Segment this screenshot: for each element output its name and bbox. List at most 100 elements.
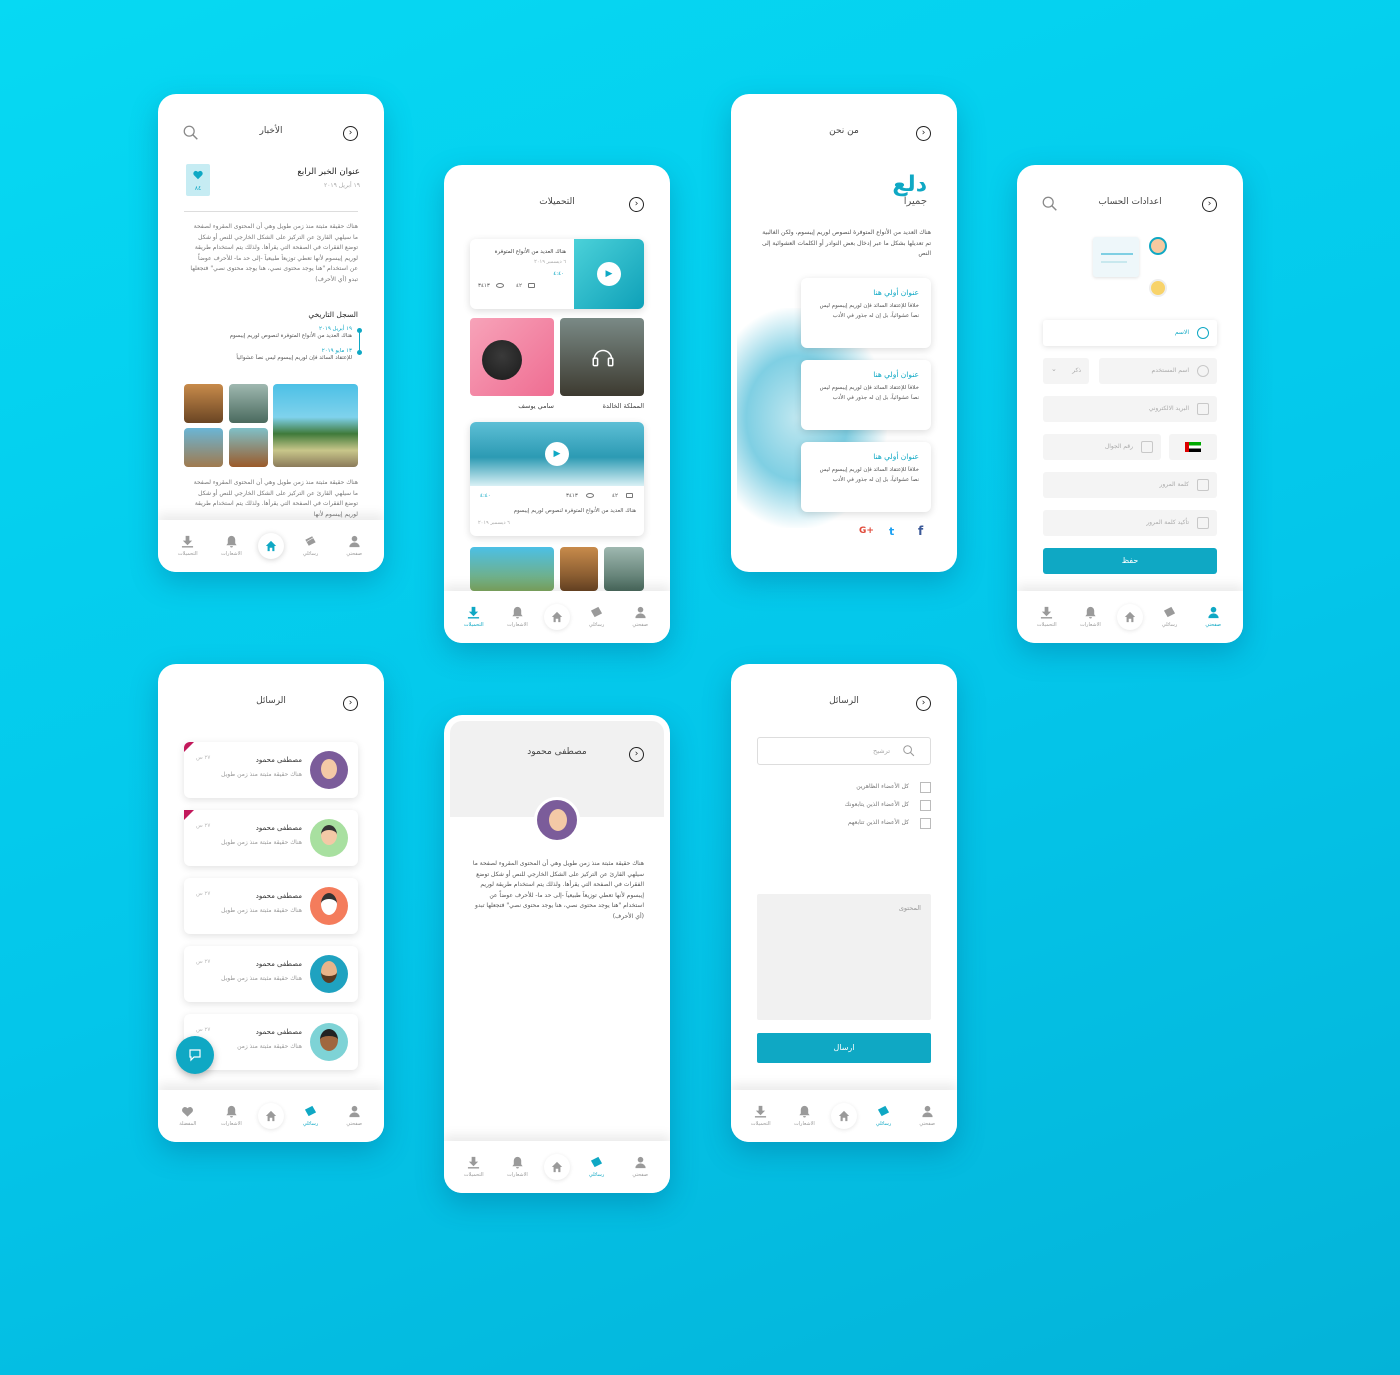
nav-messages[interactable]: رسائلي — [1153, 606, 1187, 628]
compose-fab[interactable] — [176, 1036, 214, 1074]
chevron-down-icon: ⌄ — [1051, 365, 1057, 373]
message-item[interactable]: مصطفى محمود هناك حقيقة مثبتة منذ زمن طوي… — [184, 878, 358, 934]
article-body: هناك حقيقة مثبتة منذ زمن طويل وهي أن الم… — [190, 223, 358, 283]
nav-messages[interactable]: رسائلي — [867, 1105, 901, 1127]
message-item[interactable]: مصطفى محمود هناك حقيقة مثبتة منذ زمن طوي… — [184, 742, 358, 798]
envelope-icon — [591, 1156, 603, 1168]
nav-notifications[interactable]: الاشعارات — [214, 535, 248, 557]
option-label: كل الأعضاء الذين تتابعهم — [847, 819, 909, 826]
user-avatar-1 — [1149, 237, 1167, 255]
nav-home[interactable] — [830, 1103, 857, 1129]
nav-profile[interactable]: صفحتي — [337, 535, 371, 557]
nav-home[interactable] — [257, 1103, 284, 1129]
facebook-icon[interactable]: f — [918, 524, 923, 538]
nav-favorites[interactable]: المفضلة — [171, 1105, 205, 1127]
back-arrow-icon[interactable]: › — [916, 696, 931, 711]
message-time: ٢٧ س — [196, 755, 211, 761]
play-icon[interactable]: ▶ — [597, 262, 621, 286]
nav-messages[interactable]: رسائلي — [580, 1156, 614, 1178]
checkbox[interactable] — [920, 800, 931, 811]
google-plus-icon[interactable]: G+ — [859, 526, 874, 536]
feature-card[interactable]: عنوان أولي هنا خلافاَ للإعتقاد السائد فإ… — [801, 442, 931, 512]
message-item[interactable]: مصطفى محمود هناك حقيقة مثبتة منذ زمن طوي… — [184, 810, 358, 866]
video-card[interactable]: ▶ هناك العديد من الأنواع المتوفرة ٦ ديسم… — [470, 239, 644, 309]
timeline-line — [359, 330, 360, 352]
nav-downloads[interactable]: التحميلات — [457, 1156, 491, 1178]
checkbox[interactable] — [920, 782, 931, 793]
checkbox[interactable] — [920, 818, 931, 829]
back-arrow-icon[interactable]: › — [343, 696, 358, 711]
feature-card[interactable]: عنوان أولي هنا خلافاَ للإعتقاد السائد فإ… — [801, 278, 931, 348]
video-duration: ٤:٤٠ — [480, 493, 491, 499]
media-tile-sunset[interactable] — [560, 547, 598, 591]
nav-notifications[interactable]: الاشعارات — [1073, 606, 1107, 628]
country-code-select[interactable] — [1169, 434, 1217, 460]
nav-downloads[interactable]: التحميلات — [744, 1105, 778, 1127]
password-field[interactable]: كلمة المرور — [1043, 472, 1217, 498]
name-field[interactable]: الاسم — [1043, 320, 1217, 346]
nav-home[interactable] — [543, 1154, 570, 1180]
gallery-photo-beach[interactable] — [229, 384, 268, 423]
media-tile-beach[interactable] — [604, 547, 644, 591]
feature-card[interactable]: عنوان أولي هنا خلافاَ للإعتقاد السائد فإ… — [801, 360, 931, 430]
nav-profile[interactable]: صفحتي — [1196, 606, 1230, 628]
nav-messages[interactable]: رسائلي — [294, 1105, 328, 1127]
nav-messages[interactable]: رسائلي — [294, 535, 328, 557]
media-tile-sami-yusuf[interactable] — [470, 318, 554, 396]
timeline-dot — [357, 328, 362, 333]
play-icon[interactable]: ▶ — [545, 442, 569, 466]
confirm-password-field[interactable]: تأكيد كلمة المرور — [1043, 510, 1217, 536]
gallery-photo-pier[interactable] — [184, 428, 223, 467]
nav-downloads[interactable]: التحميلات — [457, 606, 491, 628]
phone-field[interactable]: رقم الجوال — [1043, 434, 1161, 460]
gallery-photo-suitcase[interactable] — [229, 428, 268, 467]
gender-select[interactable]: ذكر ⌄ — [1043, 358, 1089, 384]
nav-profile[interactable]: صفحتي — [623, 606, 657, 628]
nav-notifications[interactable]: الاشعارات — [500, 1156, 534, 1178]
chat-bubble-icon — [189, 1049, 201, 1062]
username-field[interactable]: اسم المستخدم — [1099, 358, 1217, 384]
nav-profile[interactable]: صفحتي — [623, 1156, 657, 1178]
media-tile-kingdom[interactable] — [560, 318, 644, 396]
message-item[interactable]: مصطفى محمود هناك حقيقة مثبتة منذ زمن طوي… — [184, 946, 358, 1002]
nav-profile[interactable]: صفحتي — [910, 1105, 944, 1127]
back-arrow-icon[interactable]: › — [629, 747, 644, 762]
nav-messages[interactable]: رسائلي — [580, 606, 614, 628]
message-content-textarea[interactable]: المحتوى — [757, 894, 931, 1020]
filter-search-input[interactable]: ترشيح — [757, 737, 931, 765]
nav-notifications[interactable]: الاشعارات — [787, 1105, 821, 1127]
video-card-large[interactable]: ▶ ٤:٤٠ ٣٤١٣ ٤٢ هناك العديد من الأنواع ال… — [470, 422, 644, 536]
envelope-icon — [591, 606, 603, 618]
back-arrow-icon[interactable]: › — [1202, 197, 1217, 212]
save-button[interactable]: حفظ — [1043, 548, 1217, 574]
nav-label: رسائلي — [588, 1172, 605, 1178]
bell-icon — [1085, 606, 1096, 619]
nav-downloads[interactable]: التحميلات — [171, 535, 205, 557]
nav-home[interactable] — [257, 533, 284, 559]
home-icon — [551, 611, 563, 623]
like-badge[interactable]: ٨٤ — [186, 164, 210, 196]
send-button[interactable]: ارسال — [757, 1033, 931, 1063]
nav-notifications[interactable]: الاشعارات — [214, 1105, 248, 1127]
gallery-photo-sunset[interactable] — [184, 384, 223, 423]
bell-icon — [512, 606, 523, 619]
header: الرسائل › — [731, 692, 957, 718]
nav-downloads[interactable]: التحميلات — [1030, 606, 1064, 628]
back-arrow-icon[interactable]: › — [916, 126, 931, 141]
nav-label: صفحتي — [346, 1121, 363, 1127]
nav-home[interactable] — [543, 604, 570, 630]
media-tile-palm[interactable] — [470, 547, 554, 591]
video-thumbnail[interactable]: ▶ — [470, 422, 644, 486]
twitter-icon[interactable]: t — [889, 525, 894, 538]
nav-profile[interactable]: صفحتي — [337, 1105, 371, 1127]
video-thumbnail[interactable]: ▶ — [574, 239, 644, 309]
document-shape — [1093, 237, 1139, 277]
nav-label: التحميلات — [750, 1121, 771, 1127]
nav-notifications[interactable]: الاشعارات — [500, 606, 534, 628]
nav-home[interactable] — [1116, 604, 1143, 630]
back-arrow-icon[interactable]: › — [343, 126, 358, 141]
back-arrow-icon[interactable]: › — [629, 197, 644, 212]
gallery-photo-van[interactable] — [273, 384, 358, 467]
email-field[interactable]: البريد الالكتروني — [1043, 396, 1217, 422]
bell-icon — [226, 535, 237, 548]
